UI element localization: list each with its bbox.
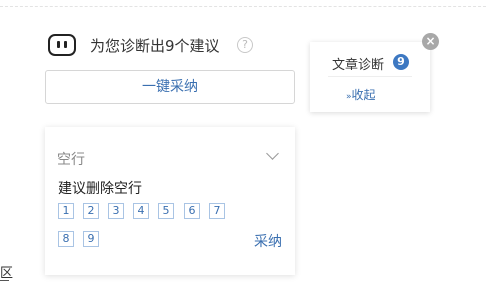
- panel-divider: [328, 76, 412, 77]
- article-diagnosis-panel: 文章诊断 9 » 收起: [310, 42, 430, 112]
- writing-assistant-panel: 为您诊断出9个建议 ? 一键采纳 文章诊断 9 » 收起 × 空行 建议删除空行 …: [0, 0, 486, 292]
- suggestion-count-badge: 9: [393, 54, 409, 70]
- cut-off-editor-text: 区: [0, 266, 14, 281]
- suggestion-description: 建议删除空行: [58, 181, 142, 197]
- top-dashed-divider: [0, 6, 486, 7]
- collapse-label: 收起: [351, 88, 376, 102]
- diagnosis-panel-title: 文章诊断: [332, 58, 385, 73]
- collapse-button[interactable]: » 收起: [346, 86, 376, 103]
- suggestion-card: 空行 建议删除空行 1 2 3 4 5 6 7 8 9 采纳: [45, 127, 295, 275]
- double-chevron-icon: »: [346, 92, 351, 102]
- suggestion-category-title: 空行: [57, 152, 85, 168]
- editor-underline: [0, 280, 9, 281]
- line-number-tag[interactable]: 9: [83, 231, 99, 247]
- line-number-tag[interactable]: 6: [184, 203, 200, 219]
- close-icon[interactable]: ×: [422, 33, 439, 50]
- line-number-tag[interactable]: 1: [58, 203, 74, 219]
- adopt-button[interactable]: 采纳: [254, 231, 282, 251]
- line-number-tag[interactable]: 4: [133, 203, 149, 219]
- help-icon[interactable]: ?: [237, 37, 253, 53]
- line-number-tag[interactable]: 3: [108, 203, 124, 219]
- line-number-tag[interactable]: 7: [209, 203, 225, 219]
- chevron-down-icon[interactable]: [266, 147, 279, 160]
- line-number-tag[interactable]: 5: [158, 203, 174, 219]
- line-number-tag[interactable]: 8: [58, 231, 74, 247]
- adopt-all-button[interactable]: 一键采纳: [45, 70, 295, 104]
- diagnosis-summary: 为您诊断出9个建议: [90, 37, 220, 55]
- robot-icon: [48, 34, 76, 56]
- line-number-tag[interactable]: 2: [83, 203, 99, 219]
